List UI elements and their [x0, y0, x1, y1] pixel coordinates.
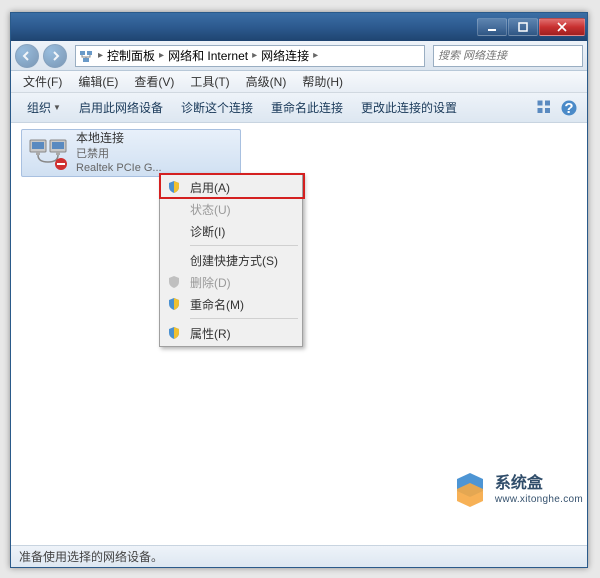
ctx-diagnose[interactable]: 诊断(I): [162, 220, 300, 242]
close-button[interactable]: [539, 18, 585, 36]
shield-icon: [166, 325, 182, 341]
titlebar: [11, 13, 587, 41]
breadcrumb-item[interactable]: 网络和 Internet: [166, 47, 250, 64]
back-button[interactable]: [15, 44, 39, 68]
menu-edit[interactable]: 编辑(E): [70, 71, 126, 92]
ctx-label: 创建快捷方式(S): [190, 252, 278, 269]
change-settings-button[interactable]: 更改此连接的设置: [353, 96, 465, 119]
forward-button[interactable]: [43, 44, 67, 68]
ctx-delete: 删除(D): [162, 271, 300, 293]
statusbar: 准备使用选择的网络设备。: [11, 545, 587, 567]
menu-view[interactable]: 查看(V): [126, 71, 182, 92]
watermark: 系统盒 www.xitonghe.com: [449, 469, 583, 511]
connection-status: 已禁用: [76, 147, 162, 161]
menu-tools[interactable]: 工具(T): [182, 71, 237, 92]
toolbar: 组织▼ 启用此网络设备 诊断这个连接 重命名此连接 更改此连接的设置 ?: [11, 93, 587, 123]
breadcrumb[interactable]: ▸ 控制面板 ▸ 网络和 Internet ▸ 网络连接 ▸: [75, 45, 425, 67]
svg-text:?: ?: [564, 100, 573, 117]
ctx-label: 启用(A): [190, 179, 230, 196]
ctx-properties[interactable]: 属性(R): [162, 322, 300, 344]
menu-file[interactable]: 文件(F): [15, 71, 70, 92]
diagnose-button[interactable]: 诊断这个连接: [173, 96, 261, 119]
network-adapter-icon: [26, 134, 70, 172]
ctx-shortcut[interactable]: 创建快捷方式(S): [162, 249, 300, 271]
menu-advanced[interactable]: 高级(N): [238, 71, 295, 92]
chevron-right-icon: ▸: [96, 50, 105, 61]
maximize-button[interactable]: [508, 18, 538, 36]
ctx-label: 重命名(M): [190, 296, 244, 313]
minimize-button[interactable]: [477, 18, 507, 36]
chevron-right-icon: ▸: [157, 50, 166, 61]
breadcrumb-item[interactable]: 控制面板: [105, 47, 157, 64]
chevron-down-icon: ▼: [53, 103, 61, 112]
search-box[interactable]: [433, 45, 583, 67]
view-options-icon[interactable]: [535, 98, 555, 118]
connection-name: 本地连接: [76, 131, 162, 147]
help-icon[interactable]: ?: [559, 98, 579, 118]
separator: [190, 318, 298, 319]
connection-text: 本地连接 已禁用 Realtek PCIe G...: [76, 134, 162, 172]
connection-item[interactable]: 本地连接 已禁用 Realtek PCIe G...: [21, 129, 241, 177]
network-icon: [78, 48, 94, 64]
menu-help[interactable]: 帮助(H): [294, 71, 351, 92]
ctx-label: 属性(R): [190, 325, 231, 342]
search-input[interactable]: [438, 50, 581, 62]
shield-icon: [166, 274, 182, 290]
ctx-rename[interactable]: 重命名(M): [162, 293, 300, 315]
shield-icon: [166, 179, 182, 195]
breadcrumb-item[interactable]: 网络连接: [259, 47, 311, 64]
ctx-label: 删除(D): [190, 274, 231, 291]
chevron-right-icon: ▸: [311, 50, 320, 61]
status-text: 准备使用选择的网络设备。: [19, 548, 163, 565]
context-menu: 启用(A) 状态(U) 诊断(I) 创建快捷方式(S) 删除(D) 重命名(M)…: [159, 173, 303, 347]
explorer-window: ▸ 控制面板 ▸ 网络和 Internet ▸ 网络连接 ▸ 文件(F) 编辑(…: [10, 12, 588, 568]
organize-button[interactable]: 组织▼: [19, 96, 69, 119]
ctx-label: 状态(U): [190, 201, 231, 218]
enable-device-button[interactable]: 启用此网络设备: [71, 96, 171, 119]
rename-button[interactable]: 重命名此连接: [263, 96, 351, 119]
ctx-label: 诊断(I): [190, 223, 225, 240]
content-area: 本地连接 已禁用 Realtek PCIe G... 启用(A) 状态(U) 诊…: [11, 123, 587, 545]
menubar: 文件(F) 编辑(E) 查看(V) 工具(T) 高级(N) 帮助(H): [11, 71, 587, 93]
shield-icon: [166, 296, 182, 312]
ctx-status: 状态(U): [162, 198, 300, 220]
chevron-right-icon: ▸: [250, 50, 259, 61]
connection-adapter: Realtek PCIe G...: [76, 161, 162, 175]
watermark-url: www.xitonghe.com: [495, 494, 583, 506]
logo-icon: [449, 469, 491, 511]
separator: [190, 245, 298, 246]
watermark-title: 系统盒: [495, 474, 583, 493]
ctx-enable[interactable]: 启用(A): [162, 176, 300, 198]
navigation-bar: ▸ 控制面板 ▸ 网络和 Internet ▸ 网络连接 ▸: [11, 41, 587, 71]
